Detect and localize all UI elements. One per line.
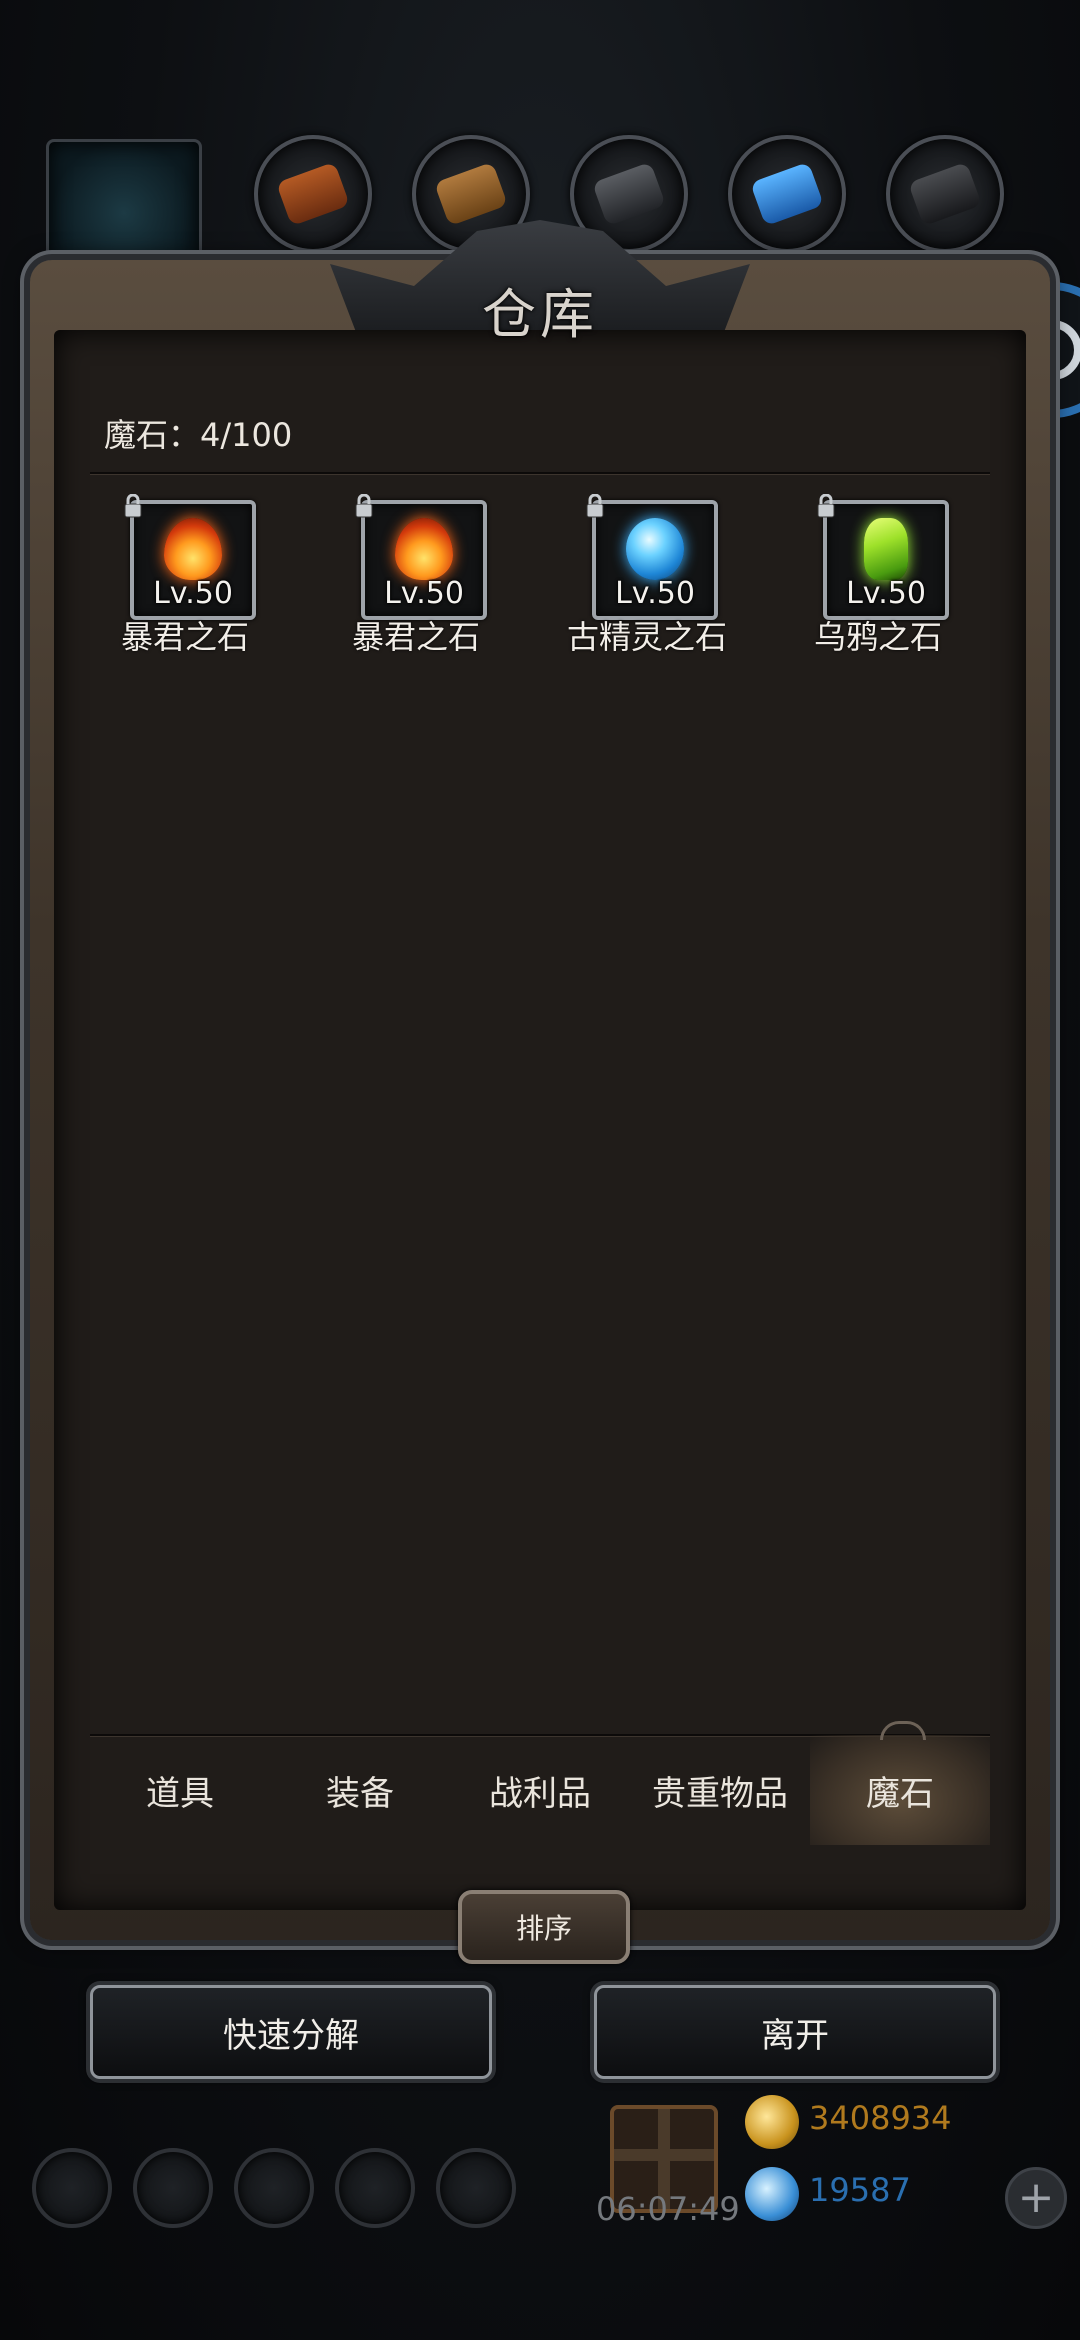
item-name: 古精灵之石 [566, 618, 727, 656]
mail-icon[interactable] [335, 2148, 415, 2228]
steel-icon [908, 161, 982, 227]
fire-stone-icon [164, 518, 222, 580]
panel-title: 仓库 [482, 283, 598, 346]
item-level: Lv.50 [153, 576, 233, 611]
lock-icon [586, 494, 604, 518]
tab-equipment[interactable]: 装备 [270, 1735, 450, 1845]
gold-currency: 3408934 [745, 2095, 1045, 2149]
category-tabs: 道具 装备 战利品 贵重物品 魔石 [90, 1721, 990, 1845]
settings-gear-icon[interactable] [32, 2148, 112, 2228]
ore-icon [276, 161, 350, 227]
item-level: Lv.50 [615, 576, 695, 611]
resource-slot-ore: 23 [254, 135, 372, 288]
item-slot-frame: Lv.50 [361, 500, 487, 620]
item-name: 乌鸦之石 [813, 618, 942, 656]
gold-amount: 3408934 [809, 2099, 952, 2137]
wood-icon [434, 161, 508, 227]
inventory-item[interactable]: Lv.50 暴君之石 [321, 494, 511, 656]
game-screen: 23 10626 41641 45770 214162 仓库 魔石：4/100 [0, 0, 1080, 2340]
inventory-item[interactable]: Lv.50 暴君之石 [90, 494, 280, 656]
shop-icon[interactable] [234, 2148, 314, 2228]
iron-icon [592, 161, 666, 227]
item-slot-frame: Lv.50 [130, 500, 256, 620]
item-slot-frame: Lv.50 [823, 500, 949, 620]
resource-slot-steel: 214162 [886, 135, 1005, 288]
stone-capacity: 魔石：4/100 [104, 416, 293, 454]
tab-magic-stones[interactable]: 魔石 [810, 1721, 990, 1845]
guild-shield-icon[interactable] [436, 2148, 516, 2228]
gift-timer: 06:07:49 [596, 2190, 740, 2228]
quick-decompose-button[interactable]: 快速分解 [90, 1985, 492, 2079]
leave-button[interactable]: 离开 [594, 1985, 996, 2079]
crow-crystal-icon [864, 518, 908, 580]
item-level: Lv.50 [846, 576, 926, 611]
item-slot-frame: Lv.50 [592, 500, 718, 620]
item-grid: Lv.50 暴君之石 Lv.50 暴君之石 Lv.50 古精灵之石 Lv.50 … [90, 494, 990, 656]
inventory-item[interactable]: Lv.50 古精灵之石 [552, 494, 742, 656]
lock-icon [124, 494, 142, 518]
diamond-amount: 19587 [809, 2171, 911, 2209]
tab-loot[interactable]: 战利品 [450, 1735, 630, 1845]
warehouse-panel: 仓库 魔石：4/100 Lv.50 暴君之石 Lv.50 暴君之石 Lv.50 … [30, 220, 1050, 1964]
crystal-icon [750, 161, 824, 227]
fire-stone-icon [395, 518, 453, 580]
sort-button[interactable]: 排序 [458, 1890, 630, 1964]
tab-items[interactable]: 道具 [90, 1735, 270, 1845]
add-currency-plus-icon[interactable]: + [1005, 2167, 1067, 2229]
inventory-item[interactable]: Lv.50 乌鸦之石 [783, 494, 973, 656]
item-name: 暴君之石 [120, 618, 249, 656]
item-name: 暴君之石 [351, 618, 480, 656]
tab-valuables[interactable]: 贵重物品 [630, 1735, 810, 1845]
ice-orb-icon [626, 518, 684, 580]
item-level: Lv.50 [384, 576, 464, 611]
top-divider [90, 472, 990, 474]
lock-icon [355, 494, 373, 518]
diamond-icon [745, 2167, 799, 2221]
diamond-currency: 19587 [745, 2167, 1045, 2221]
medal-icon[interactable] [133, 2148, 213, 2228]
lock-icon [817, 494, 835, 518]
gold-coin-icon [745, 2095, 799, 2149]
resource-slot-crystal: 45770 [728, 135, 846, 288]
tab-label: 魔石 [866, 1773, 934, 1814]
